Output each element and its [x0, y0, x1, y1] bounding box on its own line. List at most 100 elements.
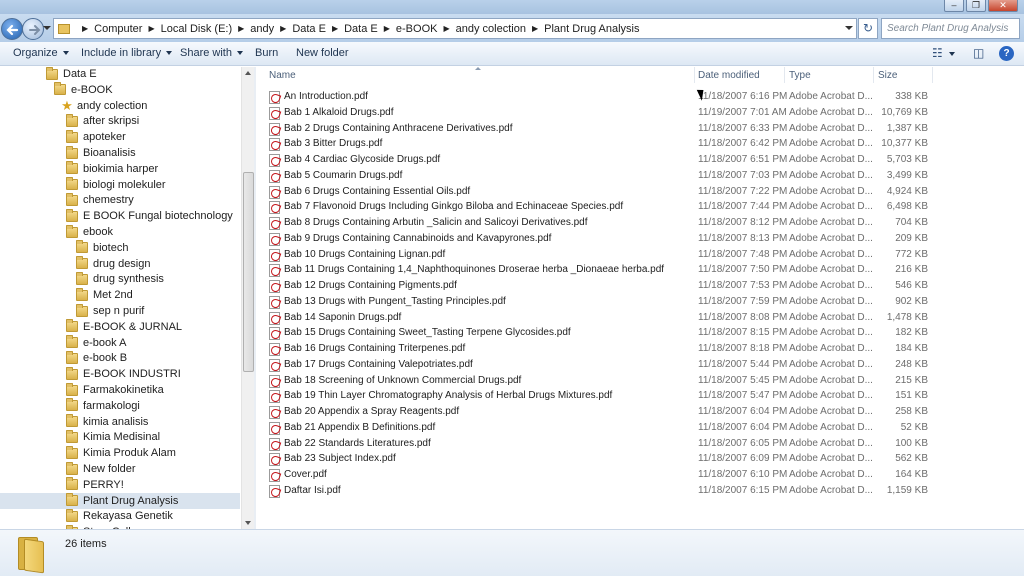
sidebar-item[interactable]: E-BOOK & JURNAL [66, 319, 182, 335]
file-row[interactable]: Bab 18 Screening of Unknown Commercial D… [256, 373, 1024, 389]
breadcrumb-item[interactable]: Plant Drug Analysis [544, 23, 639, 35]
scroll-down-icon[interactable] [245, 521, 251, 525]
column-divider[interactable] [932, 67, 933, 83]
sidebar-item[interactable]: Kimia Produk Alam [66, 445, 176, 461]
sidebar-item[interactable]: biotech [76, 240, 128, 256]
breadcrumb-separator-icon[interactable]: ▶ [443, 24, 449, 33]
new-folder-button[interactable]: New folder [296, 47, 349, 59]
address-history-dropdown-icon[interactable] [845, 26, 853, 30]
column-divider[interactable] [873, 67, 874, 83]
sidebar-item[interactable]: Plant Drug Analysis [0, 492, 240, 509]
breadcrumb-separator-icon[interactable]: ▶ [280, 24, 286, 33]
file-row[interactable]: Bab 23 Subject Index.pdf 11/18/2007 6:09 … [256, 451, 1024, 467]
breadcrumb-separator-icon[interactable]: ▶ [532, 24, 538, 33]
column-header-date-modified[interactable]: Date modified [698, 70, 760, 81]
scroll-thumb[interactable] [243, 172, 254, 372]
maximize-button[interactable]: ❐ [966, 0, 986, 12]
sidebar-item[interactable]: PERRY! [66, 477, 124, 493]
close-button[interactable]: ✕ [988, 0, 1018, 12]
breadcrumb-separator-icon[interactable]: ▶ [82, 24, 88, 33]
file-row[interactable]: Bab 5 Coumarin Drugs.pdf 11/18/2007 7:03 … [256, 168, 1024, 184]
file-row[interactable]: Bab 20 Appendix a Spray Reagents.pdf 11/1… [256, 404, 1024, 420]
organize-menu[interactable]: Organize [13, 47, 69, 59]
navigation-scrollbar[interactable] [241, 67, 254, 529]
breadcrumb-separator-icon[interactable]: ▶ [238, 24, 244, 33]
column-divider[interactable] [784, 67, 785, 83]
file-row[interactable]: Bab 12 Drugs Containing Pigments.pdf 11/1… [256, 278, 1024, 294]
sidebar-item[interactable]: e-book A [66, 335, 126, 351]
breadcrumb-item[interactable]: Local Disk (E:) [161, 23, 233, 35]
address-bar[interactable]: ▶ Computer ▶ Local Disk (E:) ▶ andy ▶ Data E ▶ Da… [53, 18, 857, 39]
breadcrumb-separator-icon[interactable]: ▶ [332, 24, 338, 33]
file-row[interactable]: Bab 21 Appendix B Definitions.pdf 11/18/2… [256, 420, 1024, 436]
breadcrumb-item[interactable]: Data E [344, 23, 378, 35]
column-header-type[interactable]: Type [789, 70, 811, 81]
breadcrumb-item[interactable]: Data E [292, 23, 326, 35]
column-header-size[interactable]: Size [878, 70, 897, 81]
sidebar-item[interactable]: Data E [46, 67, 97, 82]
breadcrumb-item[interactable]: andy [250, 23, 274, 35]
file-row[interactable]: An Introduction.pdf 11/18/2007 6:16 PM Ado… [256, 89, 1024, 105]
sidebar-item[interactable]: Met 2nd [76, 287, 133, 303]
forward-button[interactable] [22, 18, 44, 40]
sidebar-item[interactable]: e-BOOK [54, 82, 113, 98]
file-row[interactable]: Cover.pdf 11/18/2007 6:10 PM Adobe Acrobat… [256, 467, 1024, 483]
sidebar-item[interactable]: sep n purif [76, 303, 144, 319]
sidebar-item[interactable]: Bioanalisis [66, 145, 136, 161]
file-row[interactable]: Bab 16 Drugs Containing Triterpenes.pdf 1… [256, 341, 1024, 357]
file-row[interactable]: Daftar Isi.pdf 11/18/2007 6:15 PM Adobe Ac… [256, 483, 1024, 499]
file-row[interactable]: Bab 8 Drugs Containing Arbutin _Salicin … [256, 215, 1024, 231]
file-row[interactable]: Bab 6 Drugs Containing Essential Oils.pd… [256, 184, 1024, 200]
sidebar-item[interactable]: apoteker [66, 129, 126, 145]
sidebar-item[interactable]: after skripsi [66, 113, 139, 129]
file-row[interactable]: Bab 22 Standards Literatures.pdf 11/18/20… [256, 436, 1024, 452]
scroll-up-icon[interactable] [245, 71, 251, 75]
sidebar-item[interactable]: E BOOK Fungal biotechnology [66, 208, 233, 224]
sidebar-item[interactable]: biokimia harper [66, 161, 158, 177]
column-divider[interactable] [694, 67, 695, 83]
breadcrumb-separator-icon[interactable]: ▶ [148, 24, 154, 33]
preview-pane-button[interactable]: ◫ [973, 46, 984, 60]
minimize-button[interactable]: – [944, 0, 964, 12]
sidebar-item[interactable]: e-book B [66, 350, 127, 366]
sidebar-item[interactable]: Farmakokinetika [66, 382, 164, 398]
file-row[interactable]: Bab 7 Flavonoid Drugs Including Ginkgo B… [256, 199, 1024, 215]
sidebar-item[interactable]: New folder [66, 461, 136, 477]
breadcrumb-item[interactable]: e-BOOK [396, 23, 438, 35]
file-row[interactable]: Bab 17 Drugs Containing Valepotriates.pd… [256, 357, 1024, 373]
share-with-menu[interactable]: Share with [180, 47, 243, 59]
file-row[interactable]: Bab 4 Cardiac Glycoside Drugs.pdf 11/18/2… [256, 152, 1024, 168]
file-row[interactable]: Bab 9 Drugs Containing Cannabinoids and … [256, 231, 1024, 247]
sidebar-item[interactable]: farmakologi [66, 398, 140, 414]
sidebar-item[interactable]: E-BOOK INDUSTRI [66, 366, 181, 382]
file-row[interactable]: Bab 3 Bitter Drugs.pdf 11/18/2007 6:42 PM… [256, 136, 1024, 152]
file-row[interactable]: Bab 19 Thin Layer Chromatography Analysi… [256, 388, 1024, 404]
change-view-button[interactable]: ☷ [932, 46, 955, 60]
help-button[interactable]: ? [999, 46, 1014, 61]
file-row[interactable]: Bab 15 Drugs Containing Sweet_Tasting Te… [256, 325, 1024, 341]
sidebar-item[interactable]: chemestry [66, 192, 134, 208]
file-row[interactable]: Bab 14 Saponin Drugs.pdf 11/18/2007 8:08 … [256, 310, 1024, 326]
file-row[interactable]: Bab 2 Drugs Containing Anthracene Deriva… [256, 121, 1024, 137]
breadcrumb-separator-icon[interactable]: ▶ [384, 24, 390, 33]
file-row[interactable]: Bab 1 Alkaloid Drugs.pdf 11/19/2007 7:01 … [256, 105, 1024, 121]
file-row[interactable]: Bab 13 Drugs with Pungent_Tasting Princi… [256, 294, 1024, 310]
file-row[interactable]: Bab 11 Drugs Containing 1,4_Naphthoquino… [256, 262, 1024, 278]
sidebar-item[interactable]: drug synthesis [76, 271, 164, 287]
sidebar-item[interactable]: kimia analisis [66, 414, 148, 430]
search-input[interactable]: Search Plant Drug Analysis [881, 18, 1020, 39]
sidebar-item[interactable]: ebook [66, 224, 113, 240]
sidebar-item[interactable]: drug design [76, 256, 151, 272]
breadcrumb-item[interactable]: Computer [94, 23, 142, 35]
back-button[interactable] [1, 18, 23, 40]
sidebar-item[interactable]: Kimia Medisinal [66, 429, 160, 445]
sidebar-item[interactable]: biologi molekuler [66, 177, 166, 193]
burn-button[interactable]: Burn [255, 47, 278, 59]
column-header-name[interactable]: Name [269, 70, 296, 81]
breadcrumb-item[interactable]: andy colection [456, 23, 526, 35]
recent-pages-dropdown-icon[interactable] [43, 26, 51, 30]
refresh-button[interactable]: ↻ [858, 18, 878, 39]
include-in-library-menu[interactable]: Include in library [81, 47, 173, 59]
sidebar-item[interactable]: ★ andy colection [60, 98, 147, 114]
sidebar-item[interactable]: Rekayasa Genetik [66, 508, 173, 524]
